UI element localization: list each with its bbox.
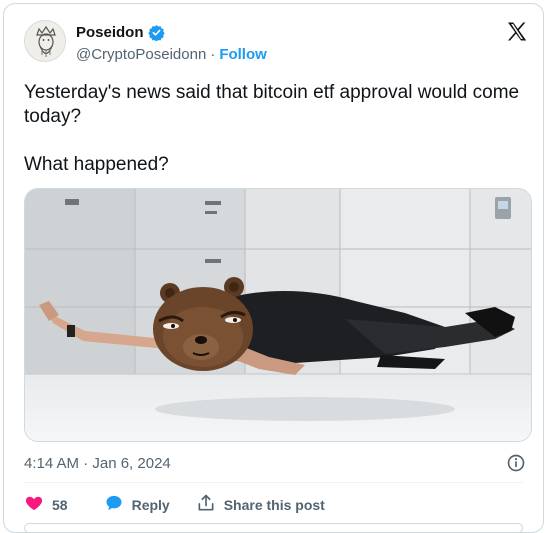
tweet-text-line-1: Yesterday's news said that bitcoin etf a… (24, 82, 520, 127)
like-count: 58 (52, 496, 68, 513)
reply-bubble-icon (104, 493, 124, 516)
tweet-text-line-2: What happened? (24, 154, 169, 175)
share-button[interactable]: Share this post (196, 493, 325, 516)
action-bar: 58 Reply Share this post (24, 493, 325, 516)
reply-button[interactable]: Reply (104, 493, 170, 516)
divider (24, 482, 523, 483)
heart-icon (24, 493, 44, 516)
read-replies-button[interactable] (24, 523, 523, 533)
reply-label: Reply (131, 496, 170, 513)
verified-badge-icon (147, 24, 165, 42)
avatar[interactable] (24, 20, 66, 62)
tweet-timestamp[interactable]: 4:14 AM · Jan 6, 2024 (24, 455, 171, 472)
author-name-row[interactable]: Poseidon (76, 24, 165, 42)
share-icon (196, 493, 216, 516)
info-icon[interactable] (506, 453, 526, 473)
tweet-text: Yesterday's news said that bitcoin etf a… (24, 81, 524, 177)
x-logo-icon[interactable] (505, 20, 529, 44)
share-label: Share this post (223, 496, 325, 513)
follow-button[interactable]: Follow (219, 46, 267, 63)
separator-dot: · (210, 46, 216, 63)
tweet-card: Poseidon @CryptoPoseidonn · Follow Yeste… (3, 3, 544, 533)
tweet-media-image[interactable] (24, 188, 532, 442)
like-button[interactable]: 58 (24, 493, 104, 516)
handle-row: @CryptoPoseidonn · Follow (76, 46, 267, 63)
author-name[interactable]: Poseidon (76, 24, 144, 41)
author-handle[interactable]: @CryptoPoseidonn (76, 46, 206, 63)
